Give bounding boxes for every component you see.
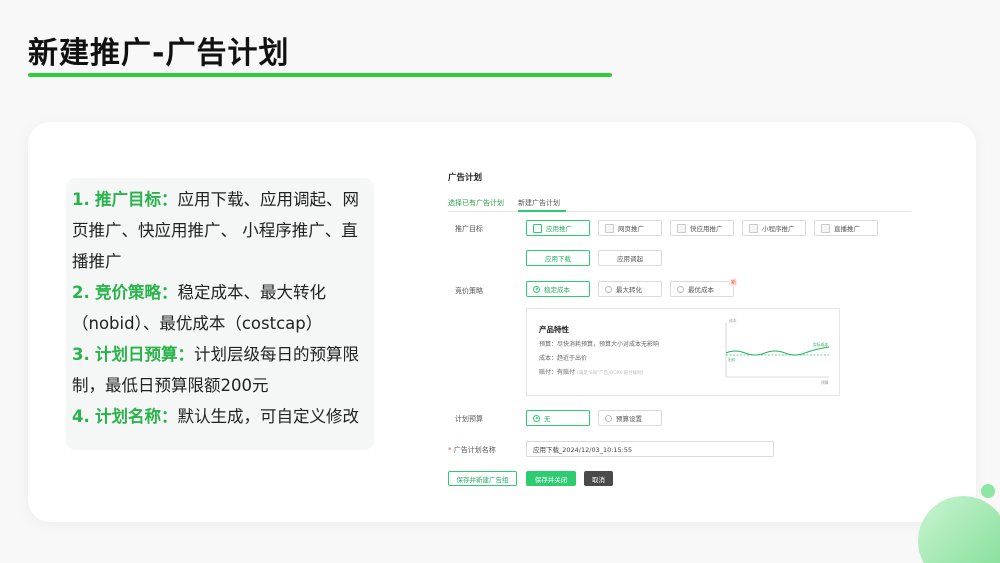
plan-name-label-text: 广告计划名称 (453, 446, 496, 454)
feature-line: 成本：趋近于出价 (539, 355, 588, 362)
note-key: 竞价策略： (95, 283, 178, 302)
form-title: 广告计划 (448, 173, 483, 183)
goal-option-web[interactable]: 网页推广 (598, 220, 662, 236)
radio-checked-icon (533, 414, 540, 422)
sub-option-app-download[interactable]: 应用下载 (526, 250, 590, 266)
chart-bid-label: 出价 (728, 357, 736, 362)
chart-x-label: 预算 (821, 380, 829, 385)
save-and-close-button[interactable]: 保存并关闭 (526, 471, 576, 486)
slide-title: 新建推广-广告计划 (28, 36, 290, 71)
feature-line: 赔付：有赔付 (满足"6同"广告/OCPX 赔付规则) (539, 369, 644, 376)
radio-icon (605, 285, 612, 293)
feature-key: 成本 (539, 355, 552, 362)
product-features-box: 产品特性 预算：尽快消耗预算，预算大小对成本无影响 成本：趋近于出价 赔付：有赔… (526, 308, 840, 396)
new-badge: 新 (729, 278, 738, 287)
note-item: 4. 计划名称：默认生成，可自定义修改 (72, 401, 368, 432)
budget-label: 计划预算 (455, 415, 483, 423)
plan-name-input[interactable]: 应用下载_2024/12/03_10:15:55 (526, 441, 774, 457)
feature-value: 有赔付 (557, 369, 576, 376)
option-label: 无 (544, 415, 551, 423)
active-tab-indicator (518, 210, 566, 212)
goal-label: 推广目标 (455, 225, 483, 233)
feature-value: 尽快消耗预算，预算大小对成本无影响 (557, 341, 660, 348)
tab-bar: 选择已有广告计划 新建广告计划 (448, 198, 911, 212)
bid-option-stable-cost[interactable]: 稳定成本 (526, 281, 590, 297)
option-label: 直播推广 (834, 225, 860, 233)
budget-option-none[interactable]: 无 (526, 410, 590, 426)
notes-box: 1. 推广目标：应用下载、应用调起、网页推广、快应用推广、 小程序推广、直播推广… (66, 178, 374, 450)
radio-icon (677, 285, 684, 293)
budget-option-set[interactable]: 预算设置 (598, 410, 662, 426)
sub-option-app-invoke[interactable]: 应用调起 (598, 250, 662, 266)
option-label: 快应用推广 (690, 225, 723, 233)
option-label: 最大转化 (616, 286, 642, 294)
bid-option-optimal-cost[interactable]: 最优成本 (670, 281, 734, 297)
quickapp-icon (677, 223, 686, 233)
required-mark: * (448, 446, 452, 454)
cancel-button[interactable]: 取消 (584, 471, 613, 486)
plan-name-label: * 广告计划名称 (448, 445, 496, 455)
bid-option-max-conversion[interactable]: 最大转化 (598, 281, 662, 297)
note-item: 3. 计划日预算：计划层级每日的预算限制，最低日预算限额200元 (72, 339, 368, 401)
miniprogram-icon (749, 223, 758, 233)
goal-option-miniprogram[interactable]: 小程序推广 (742, 220, 806, 236)
cost-curve-chart: 成本 实际成本 出价 预算 (725, 318, 830, 385)
feature-note: (满足"6同"广告/OCPX 赔付规则) (576, 371, 644, 376)
live-icon (821, 223, 830, 233)
note-number: 1. (72, 190, 90, 209)
note-key: 计划名称： (95, 407, 178, 426)
note-key: 计划日预算： (95, 345, 194, 364)
note-number: 4. (72, 407, 90, 426)
tab-existing-plan[interactable]: 选择已有广告计划 (448, 198, 504, 211)
note-key: 推广目标： (95, 190, 178, 209)
chart-y-label: 成本 (729, 318, 737, 323)
option-label: 小程序推广 (762, 225, 795, 233)
option-label: 应用推广 (546, 225, 572, 233)
note-text: 默认生成，可自定义修改 (177, 407, 360, 426)
features-title: 产品特性 (539, 325, 569, 334)
feature-key: 预算 (539, 341, 552, 348)
radio-icon (605, 414, 612, 422)
grid-icon (533, 223, 542, 233)
feature-line: 预算：尽快消耗预算，预算大小对成本无影响 (539, 341, 660, 348)
goal-option-quickapp[interactable]: 快应用推广 (670, 220, 734, 236)
note-item: 2. 竞价策略：稳定成本、最大转化（nobid）、最优成本（costcap） (72, 277, 368, 339)
note-item: 1. 推广目标：应用下载、应用调起、网页推广、快应用推广、 小程序推广、直播推广 (72, 184, 368, 277)
chart-actual-cost-curve (725, 346, 830, 356)
goal-option-live[interactable]: 直播推广 (814, 220, 878, 236)
feature-value: 趋近于出价 (557, 355, 588, 362)
option-label: 最优成本 (688, 286, 714, 294)
goal-option-app[interactable]: 应用推广 (526, 220, 590, 236)
note-number: 3. (72, 345, 90, 364)
option-label: 预算设置 (616, 415, 642, 423)
ad-plan-form-screenshot: 广告计划 选择已有广告计划 新建广告计划 推广目标 应用推广 网页推广 快应用推… (441, 158, 911, 494)
radio-checked-icon (533, 285, 540, 293)
feature-key: 赔付 (539, 369, 552, 376)
save-and-new-adgroup-button[interactable]: 保存并新建广告组 (448, 471, 517, 486)
chart-actual-label: 实际成本 (813, 342, 828, 347)
option-label: 稳定成本 (544, 286, 570, 294)
web-icon (605, 223, 614, 233)
note-number: 2. (72, 283, 90, 302)
bid-label: 竞价策略 (455, 287, 483, 295)
option-label: 网页推广 (618, 225, 644, 233)
title-underline (28, 73, 612, 77)
decorative-dot (981, 484, 995, 498)
